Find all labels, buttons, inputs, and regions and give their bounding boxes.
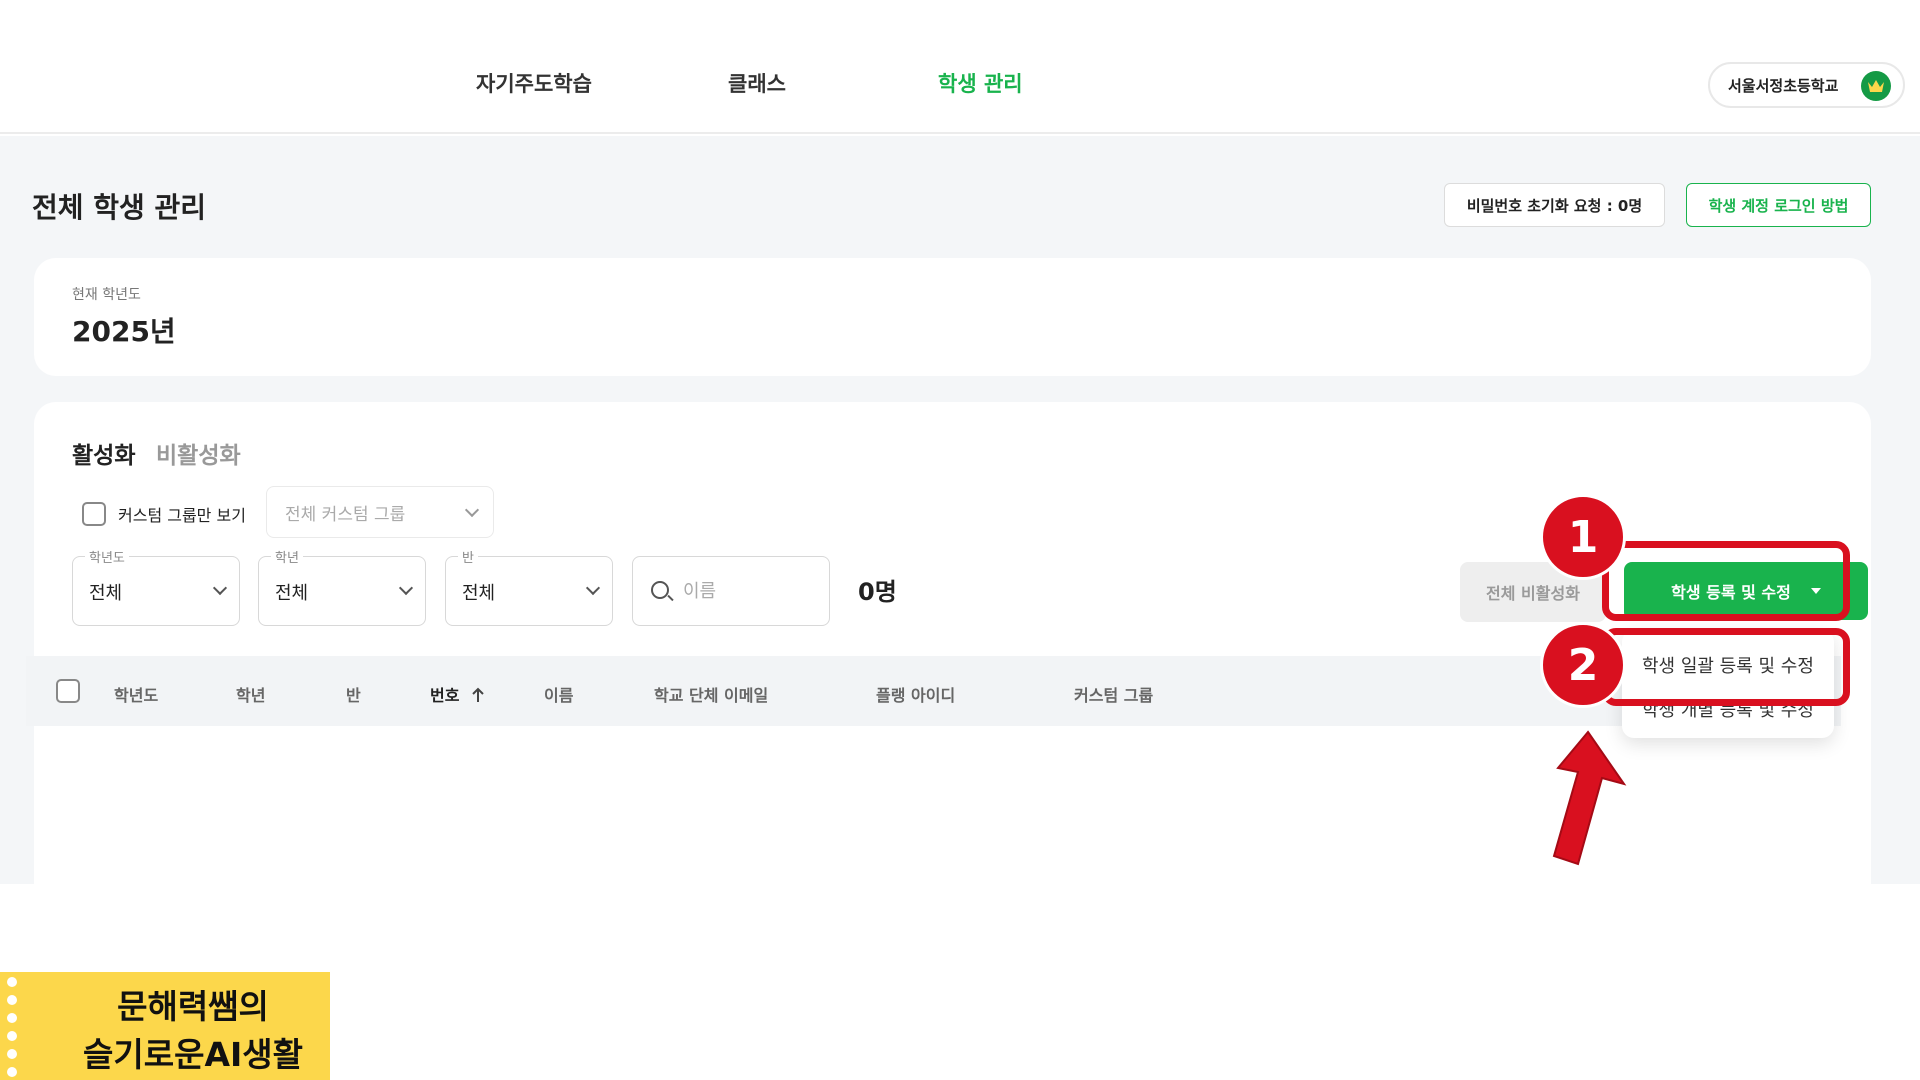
- student-count: 0명: [858, 578, 897, 606]
- arrow-up-icon: [472, 687, 484, 702]
- school-year-legend: 학년도: [85, 547, 129, 566]
- select-all-checkbox[interactable]: [56, 679, 80, 703]
- highlight-box-bulk-register: [1602, 628, 1850, 706]
- th-custom-group[interactable]: 커스텀 그룹: [1074, 682, 1153, 706]
- school-selector[interactable]: 서울서정초등학교: [1708, 62, 1905, 108]
- custom-only-checkbox[interactable]: [82, 502, 106, 526]
- school-year-value: 전체: [89, 583, 123, 604]
- name-search-input[interactable]: [683, 577, 813, 605]
- th-class[interactable]: 반: [346, 682, 361, 706]
- crown-icon: [1861, 71, 1891, 101]
- th-number[interactable]: 번호: [430, 682, 485, 706]
- step-badge-2: 2: [1540, 622, 1626, 708]
- grade-select[interactable]: 학년 전체: [258, 547, 426, 626]
- custom-only-label: 커스텀 그룹만 보기: [118, 506, 246, 525]
- student-login-howto-button[interactable]: 학생 계정 로그인 방법: [1686, 183, 1871, 227]
- red-arrow-icon: [1552, 730, 1627, 866]
- th-number-label: 번호: [430, 686, 460, 705]
- th-grade[interactable]: 학년: [236, 682, 265, 706]
- current-year-card: 현재 학년도 2025년: [34, 258, 1871, 376]
- grade-value: 전체: [275, 583, 309, 604]
- logo-line-1: 문해력쌤의: [117, 987, 269, 1026]
- th-plang-id[interactable]: 플랭 아이디: [876, 682, 955, 706]
- chevron-down-icon: [464, 502, 480, 518]
- channel-logo: 문해력쌤의 슬기로운AI생활: [0, 972, 330, 1080]
- custom-group-select[interactable]: 전체 커스텀 그룹: [266, 486, 494, 538]
- top-nav: 자기주도학습 클래스 학생 관리 서울서정초등학교: [0, 0, 1920, 134]
- notebook-rings-icon: [0, 972, 26, 1080]
- password-reset-requests-button[interactable]: 비밀번호 초기화 요청 : 0명: [1444, 183, 1665, 227]
- current-year-label: 현재 학년도: [72, 287, 141, 303]
- current-year-value: 2025년: [72, 315, 176, 348]
- nav-class[interactable]: 클래스: [728, 68, 786, 98]
- class-select[interactable]: 반 전체: [445, 547, 613, 626]
- th-school-email[interactable]: 학교 단체 이메일: [654, 682, 768, 706]
- tab-inactive[interactable]: 비활성화: [156, 436, 241, 470]
- highlight-box-register-button: [1602, 541, 1850, 621]
- th-name[interactable]: 이름: [544, 682, 573, 706]
- logo-line-2: 슬기로운AI생활: [83, 1035, 303, 1074]
- search-icon: [651, 581, 669, 599]
- th-school-year[interactable]: 학년도: [114, 682, 158, 706]
- name-search[interactable]: [632, 556, 830, 626]
- chevron-down-icon: [398, 580, 414, 596]
- grade-legend: 학년: [271, 547, 303, 566]
- nav-student-management[interactable]: 학생 관리: [938, 68, 1023, 98]
- chevron-down-icon: [212, 580, 228, 596]
- class-value: 전체: [462, 583, 496, 604]
- custom-group-placeholder: 전체 커스텀 그룹: [285, 504, 406, 525]
- tab-active[interactable]: 활성화: [72, 436, 135, 470]
- page-title: 전체 학생 관리: [32, 191, 207, 224]
- step-badge-1: 1: [1540, 494, 1626, 580]
- chevron-down-icon: [585, 580, 601, 596]
- school-year-select[interactable]: 학년도 전체: [72, 547, 240, 626]
- class-legend: 반: [458, 547, 478, 566]
- nav-self-study[interactable]: 자기주도학습: [476, 68, 592, 98]
- school-name: 서울서정초등학교: [1728, 76, 1839, 95]
